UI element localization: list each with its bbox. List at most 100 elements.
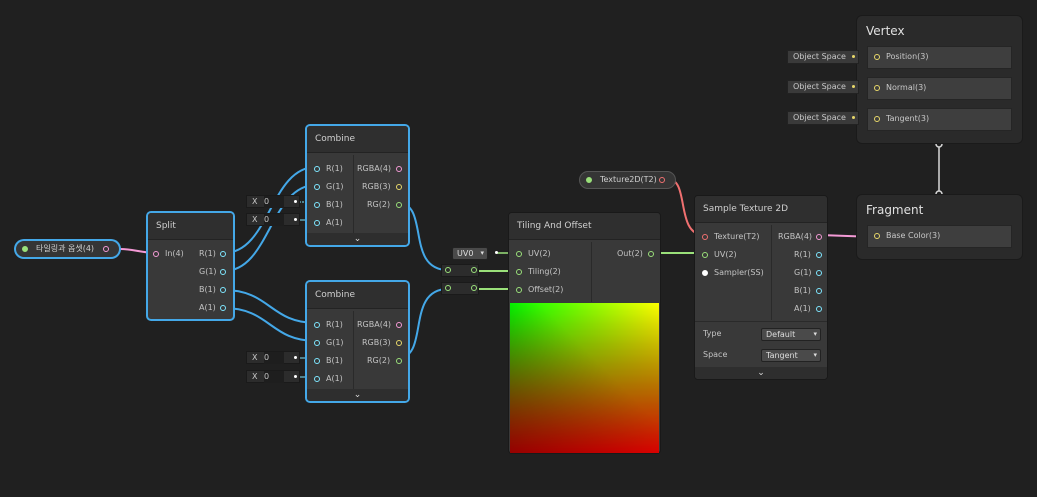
sample-output-b-label: B(1): [794, 286, 811, 295]
combine-top-input-r-port[interactable]: [314, 166, 320, 172]
chevron-down-icon[interactable]: ⌄: [307, 389, 408, 401]
combine-top-b-default[interactable]: X 0: [246, 195, 300, 208]
combine-top-input-g-port[interactable]: [314, 184, 320, 190]
combine-top-a-default[interactable]: X 0: [246, 213, 300, 226]
texture-property-label: Texture2D(T2): [600, 175, 657, 184]
combine-bottom-output-rgb-label: RGB(3): [362, 338, 391, 347]
combine-top-output-rg-port[interactable]: [396, 202, 402, 208]
combine-bottom-input-a-label: A(1): [326, 374, 343, 383]
split-output-g-port[interactable]: [220, 269, 226, 275]
combine-bottom-a-default[interactable]: X 0: [246, 370, 300, 383]
vertex-block-position[interactable]: Position(3): [867, 46, 1012, 69]
tiling-offset-node[interactable]: Tiling And Offset UV(2) Tiling(2) Offset…: [508, 212, 661, 454]
split-output-a-port[interactable]: [220, 305, 226, 311]
triangle-down-icon: ▾: [813, 351, 817, 359]
object-space-normal[interactable]: Object Space: [787, 80, 859, 94]
combine-top-input-a-label: A(1): [326, 218, 343, 227]
combine-top-input-b-label: B(1): [326, 200, 343, 209]
combine-bottom-b-default[interactable]: X 0: [246, 351, 300, 364]
sample-input-texture-label: Texture(T2): [714, 232, 760, 241]
fragment-block-base-color[interactable]: Base Color(3): [867, 225, 1012, 248]
chevron-down-icon[interactable]: ⌄: [307, 233, 408, 245]
wire-split-b-combine-r: [223, 289, 317, 324]
combine-top-input-a-port[interactable]: [314, 220, 320, 226]
combine-node-top[interactable]: Combine R(1) G(1) B(1) A(1) RGBA(4) RGB(…: [306, 125, 409, 246]
tiling-input-tiling-label: Tiling(2): [528, 267, 561, 276]
split-output-r-port[interactable]: [220, 251, 226, 257]
combine-top-input-b-port[interactable]: [314, 202, 320, 208]
sample-output-r-label: R(1): [794, 250, 811, 259]
combine-top-input-g-label: G(1): [326, 182, 344, 191]
split-input-port[interactable]: [153, 251, 159, 257]
vertex-tangent-port[interactable]: [874, 116, 880, 122]
sample-texture-node[interactable]: Sample Texture 2D Texture(T2) UV(2) Samp…: [694, 195, 828, 380]
sample-input-sampler-label: Sampler(SS): [714, 268, 764, 277]
combine-top-title: Combine: [307, 126, 408, 153]
combine-bottom-input-g-label: G(1): [326, 338, 344, 347]
combine-bottom-input-r-label: R(1): [326, 320, 343, 329]
sample-input-uv-port[interactable]: [702, 252, 708, 258]
combine-bottom-output-rgba-port[interactable]: [396, 322, 402, 328]
split-input-label: In(4): [165, 249, 184, 258]
combine-bottom-input-b-port[interactable]: [314, 358, 320, 364]
object-space-tangent[interactable]: Object Space: [787, 111, 859, 125]
sample-output-rgba-port[interactable]: [816, 234, 822, 240]
uv-channel-dropdown[interactable]: UV0 ▾: [452, 247, 488, 260]
combine-bottom-output-rg-port[interactable]: [396, 358, 402, 364]
sample-type-label: Type: [703, 329, 722, 338]
split-output-g-label: G(1): [199, 267, 217, 276]
sample-input-sampler-port[interactable]: [702, 270, 708, 276]
tiling-input-offset-label: Offset(2): [528, 285, 564, 294]
sample-output-g-port[interactable]: [816, 270, 822, 276]
sample-input-texture-port[interactable]: [702, 234, 708, 240]
fragment-title: Fragment: [866, 203, 924, 217]
object-space-position[interactable]: Object Space: [787, 50, 859, 64]
tiling-offset-property-node[interactable]: 타일링과 옵셋(4): [15, 240, 120, 258]
vertex-block-normal[interactable]: Normal(3): [867, 77, 1012, 100]
tiling-input-offset-port[interactable]: [516, 287, 522, 293]
fragment-base-color-port[interactable]: [874, 233, 880, 239]
combine-bottom-input-r-port[interactable]: [314, 322, 320, 328]
sample-input-uv-label: UV(2): [714, 250, 737, 259]
vertex-position-port[interactable]: [874, 54, 880, 60]
texture-property-indicator-icon: [586, 177, 592, 183]
sample-space-dropdown[interactable]: Tangent ▾: [761, 349, 821, 362]
combine-node-bottom[interactable]: Combine R(1) G(1) B(1) A(1) RGBA(4) RGB(…: [306, 281, 409, 402]
triangle-down-icon: ▾: [480, 249, 484, 257]
property-output-indicator-icon: [22, 246, 28, 252]
sample-output-a-label: A(1): [794, 304, 811, 313]
combine-bottom-output-rgb-port[interactable]: [396, 340, 402, 346]
tiling-output-label: Out(2): [617, 249, 643, 258]
split-output-b-port[interactable]: [220, 287, 226, 293]
sample-output-r-port[interactable]: [816, 252, 822, 258]
split-node[interactable]: Split In(4) R(1) G(1) B(1) A(1): [147, 212, 234, 320]
combine-top-output-rg-label: RG(2): [367, 200, 391, 209]
sample-output-b-port[interactable]: [816, 288, 822, 294]
chevron-down-icon[interactable]: ⌄: [695, 367, 827, 379]
combine-top-output-rgba-port[interactable]: [396, 166, 402, 172]
combine-bottom-input-b-label: B(1): [326, 356, 343, 365]
combine-bottom-output-rgba-label: RGBA(4): [357, 320, 392, 329]
vertex-tangent-label: Tangent(3): [886, 114, 930, 123]
tiling-input-tiling-port[interactable]: [516, 269, 522, 275]
tiling-output-port[interactable]: [648, 251, 654, 257]
split-output-b-label: B(1): [199, 285, 216, 294]
combine-bottom-input-a-port[interactable]: [314, 376, 320, 382]
fragment-context[interactable]: Fragment Base Color(3): [856, 194, 1023, 260]
sample-type-dropdown[interactable]: Default ▾: [761, 328, 821, 341]
property-output-port[interactable]: [103, 246, 109, 252]
texture-property-output-port[interactable]: [659, 177, 665, 183]
tiling-input-stub[interactable]: [441, 264, 479, 277]
combine-top-output-rgb-port[interactable]: [396, 184, 402, 190]
tiling-input-uv-port[interactable]: [516, 251, 522, 257]
combine-bottom-title: Combine: [307, 282, 408, 309]
combine-top-output-rgb-label: RGB(3): [362, 182, 391, 191]
vertex-normal-port[interactable]: [874, 85, 880, 91]
vertex-context[interactable]: Vertex Position(3) Normal(3) Tangent(3): [856, 15, 1023, 144]
vertex-block-tangent[interactable]: Tangent(3): [867, 108, 1012, 131]
sample-output-a-port[interactable]: [816, 306, 822, 312]
split-title: Split: [148, 213, 233, 240]
texture2d-property-node[interactable]: Texture2D(T2): [579, 171, 676, 189]
combine-bottom-input-g-port[interactable]: [314, 340, 320, 346]
offset-input-stub[interactable]: [441, 282, 479, 295]
